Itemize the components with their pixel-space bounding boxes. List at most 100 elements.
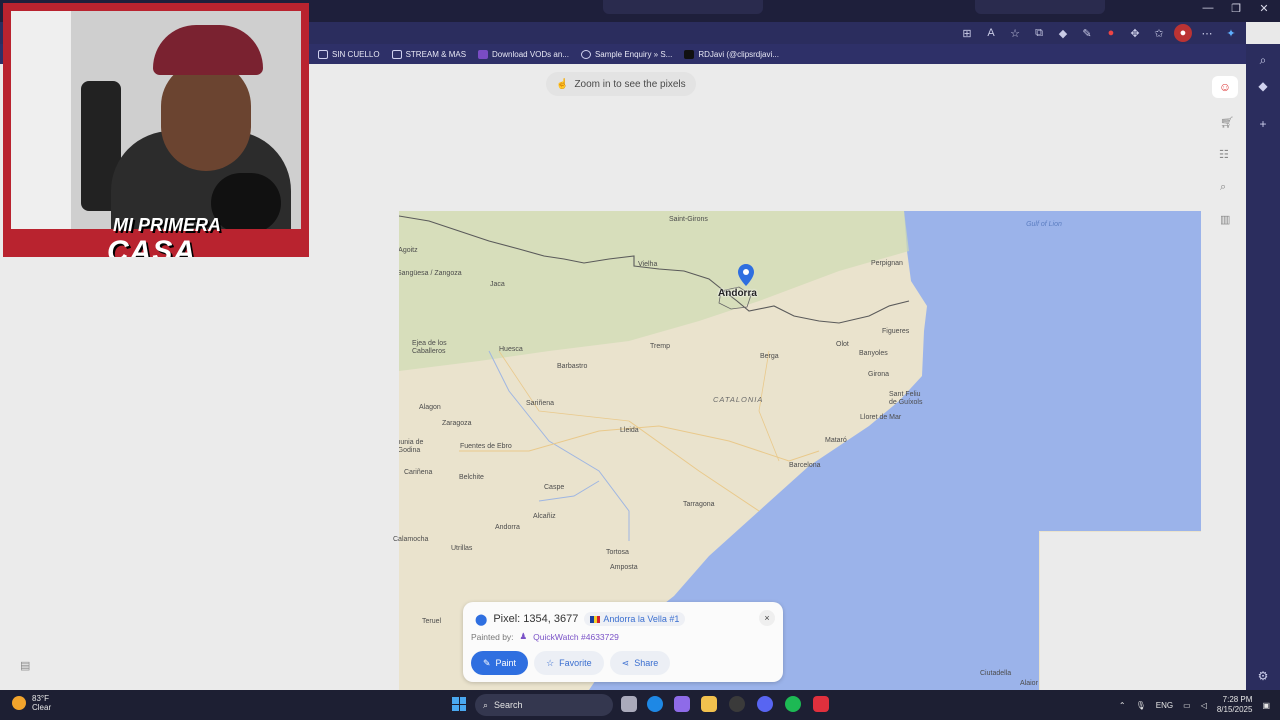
tag-icon[interactable]: ◆ <box>1255 78 1271 94</box>
painter-avatar-icon: ♟ <box>519 631 528 641</box>
share-button[interactable]: ⋖ Share <box>609 651 671 675</box>
map-label: Perpignan <box>871 260 903 267</box>
brush-icon: ✎ <box>483 657 491 668</box>
map-label: Lleida <box>620 427 639 434</box>
map-label: Barcelona <box>789 462 821 469</box>
volume-icon[interactable]: ◁ <box>1201 701 1207 710</box>
app-red-icon[interactable] <box>813 696 829 712</box>
map-label: Teruel <box>422 618 442 625</box>
microphone-icon[interactable]: 🎙︎ <box>1136 701 1146 710</box>
map-label: Girona <box>868 371 890 378</box>
webcam-microphone <box>211 173 281 229</box>
bookmark-sample-enquiry[interactable]: Sample Enquiry » S... <box>580 49 673 59</box>
search-icon: ⌕ <box>483 699 489 710</box>
map-pin-icon[interactable] <box>737 264 755 286</box>
map-label: Mataró <box>825 437 847 444</box>
map-label: Alagon <box>419 404 441 411</box>
bookmark-label: RDJavi (@clipsrdjavi... <box>698 49 779 59</box>
weather-widget[interactable]: 83°F Clear <box>12 694 51 712</box>
language-indicator[interactable]: ENG <box>1156 701 1173 710</box>
edge-sidebar: ⌕ ◆ + ⚙ <box>1246 44 1280 690</box>
region-label: CATALONIA <box>713 395 764 404</box>
map-label: Sariñena <box>526 400 555 407</box>
notifications-icon[interactable]: ▣ <box>1262 701 1270 710</box>
map-label: Zaragoza <box>442 420 472 427</box>
map-label: Caspe <box>544 484 565 491</box>
search-label: Search <box>494 700 523 710</box>
tab-strip-2[interactable] <box>975 0 1105 14</box>
zoom-hint: ☝ Zoom in to see the pixels <box>546 72 696 96</box>
copilot-icon[interactable]: ✦ <box>1222 24 1240 42</box>
minimize-icon[interactable]: — <box>1194 2 1222 14</box>
pixel-info-panel: ⬤ Pixel: 1354, 3677 Andorra la Vella #1 … <box>463 602 783 682</box>
shop-cart-icon[interactable]: 🛒︎ <box>1220 116 1234 129</box>
extensions-puzzle-icon[interactable]: ✥ <box>1126 24 1144 42</box>
alliance-icon[interactable]: ☷ <box>1219 148 1229 161</box>
search-zoom-icon[interactable]: ⌕ <box>1220 181 1226 194</box>
close-panel-button[interactable]: × <box>759 610 775 626</box>
weather-desc: Clear <box>32 703 52 712</box>
bookmark-label: Sample Enquiry » S... <box>594 49 673 59</box>
tray-chevron-icon[interactable]: ⌃ <box>1119 701 1126 710</box>
settings-gear-icon[interactable]: ⚙ <box>1255 668 1271 684</box>
pixel-coordinates: Pixel: 1354, 3677 <box>493 613 579 625</box>
favorite-button[interactable]: ☆ Favorite <box>534 651 604 675</box>
spotify-icon[interactable] <box>785 696 801 712</box>
bookmark-sin-cuello[interactable]: SIN CUELLO <box>318 49 380 59</box>
favorite-star-icon[interactable]: ☆ <box>1006 24 1024 42</box>
split-screen-icon[interactable]: ⧉ <box>1030 24 1048 42</box>
favorites-icon[interactable]: ✩ <box>1150 24 1168 42</box>
map-label: Huesca <box>499 346 523 353</box>
sea-label: Gulf of Lion <box>1026 221 1062 228</box>
map-label: Sant Feliu de Guíxols <box>889 391 923 406</box>
layers-icon[interactable]: ▤ <box>20 659 30 672</box>
more-menu-icon[interactable]: ⋯ <box>1198 24 1216 42</box>
red-extension-icon[interactable]: ● <box>1102 24 1120 42</box>
map-label: Aix / Agoitz <box>399 247 418 254</box>
profile-avatar[interactable]: ● <box>1174 24 1192 42</box>
clock-date: 8/15/2025 <box>1216 705 1253 714</box>
map-label: Olot <box>836 341 849 348</box>
map-label: Saint-Girons <box>669 216 708 223</box>
taskbar-search[interactable]: ⌕ Search <box>475 694 613 716</box>
share-label: Share <box>634 658 659 668</box>
search-icon[interactable]: ⌕ <box>1255 52 1271 68</box>
bookmark-rdjavi[interactable]: RDJavi (@clipsrdjavi... <box>684 49 779 59</box>
painter-name[interactable]: QuickWatch #4633729 <box>533 632 619 642</box>
clock[interactable]: 7:28 PM 8/15/2025 <box>1217 695 1253 715</box>
app-available-icon[interactable]: ⊞ <box>958 24 976 42</box>
edge-browser-icon[interactable] <box>647 696 663 712</box>
star-icon: ☆ <box>546 657 555 668</box>
bookmark-stream-mas[interactable]: STREAM & MAS <box>391 49 466 59</box>
map-label: Barbastro <box>557 363 588 370</box>
leaderboard-icon[interactable]: ▥ <box>1220 213 1230 226</box>
copilot-app-icon[interactable] <box>674 696 690 712</box>
bookmark-download-vods[interactable]: Download VODs an... <box>478 49 569 59</box>
add-icon[interactable]: + <box>1255 116 1271 132</box>
tiktok-icon <box>684 49 695 59</box>
tab-strip[interactable] <box>603 0 763 14</box>
paint-button[interactable]: ✎ Paint <box>471 651 529 675</box>
location-chip[interactable]: Andorra la Vella #1 <box>584 612 686 626</box>
user-avatar[interactable]: ☺ <box>1212 76 1238 98</box>
unloaded-map-area: Ciutadella Alaior <box>980 532 1246 690</box>
read-aloud-icon[interactable]: A <box>982 24 1000 42</box>
pen-extension-icon[interactable]: ✎ <box>1078 24 1096 42</box>
clock-time: 7:28 PM <box>1222 695 1253 704</box>
folder-icon <box>391 49 402 59</box>
discord-icon[interactable] <box>757 696 773 712</box>
task-view-icon[interactable] <box>621 696 637 712</box>
close-window-icon[interactable]: ✕ <box>1250 2 1278 15</box>
weather-sun-icon <box>12 696 26 710</box>
bookmark-label: SIN CUELLO <box>332 49 380 59</box>
obs-icon[interactable] <box>729 696 745 712</box>
zoom-hint-text: Zoom in to see the pixels <box>574 78 686 90</box>
file-explorer-icon[interactable] <box>701 696 717 712</box>
windows-start-icon[interactable] <box>452 697 466 711</box>
painted-by-label: Painted by: <box>471 631 514 642</box>
extension-icon[interactable]: ◆ <box>1054 24 1072 42</box>
maximize-icon[interactable]: ❐ <box>1222 2 1250 15</box>
favorite-label: Favorite <box>559 658 592 668</box>
paint-label: Paint <box>495 658 517 668</box>
network-icon[interactable]: ▭ <box>1183 701 1191 710</box>
